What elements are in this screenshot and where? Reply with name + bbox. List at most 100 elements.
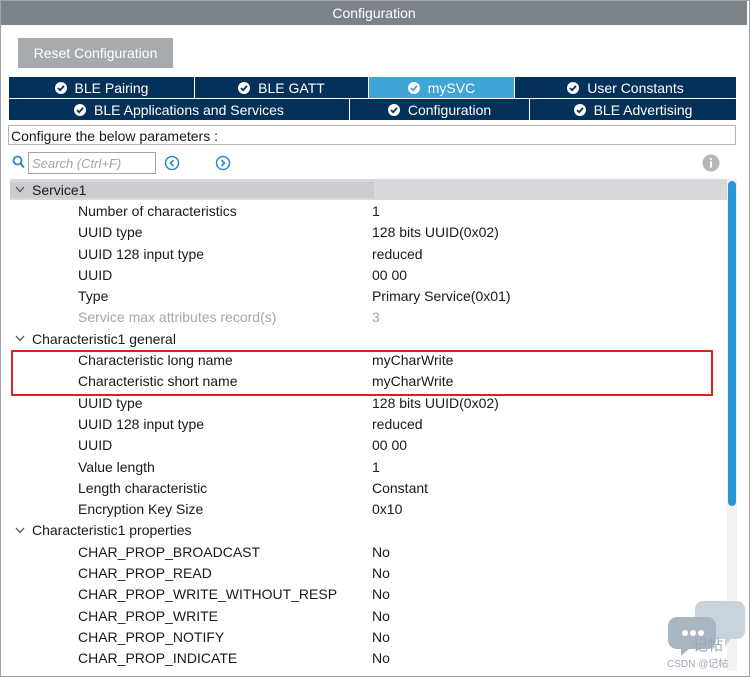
check-circle-icon	[573, 103, 586, 116]
check-circle-icon	[54, 81, 67, 94]
param-row[interactable]: UUID 128 input type reduced	[10, 243, 727, 264]
param-value[interactable]: 1	[370, 203, 727, 219]
param-name: CHAR_PROP_INDICATE	[78, 650, 238, 667]
param-value: 3	[372, 309, 380, 326]
tab-configuration[interactable]: Configuration	[350, 99, 530, 120]
check-circle-icon	[567, 81, 580, 94]
tab-bar-row-1: BLE Pairing BLE GATT mySVC User Constants	[9, 77, 737, 98]
param-name: Value length	[78, 458, 155, 475]
param-name: Service max attributes record(s)	[78, 309, 277, 326]
param-row[interactable]: UUID type 128 bits UUID(0x02)	[10, 392, 727, 413]
tab-label: BLE GATT	[258, 79, 325, 96]
param-row[interactable]: Encryption Key Size 0x10	[10, 498, 727, 519]
param-name: CHAR_PROP_NOTIFY	[78, 628, 225, 645]
param-name: UUID 128 input type	[78, 245, 205, 262]
tree-group-service1[interactable]: Service1	[10, 179, 727, 201]
param-row[interactable]: UUID 00 00	[10, 435, 727, 456]
tab-ble-advertising[interactable]: BLE Advertising	[530, 99, 737, 120]
info-icon[interactable]	[702, 154, 720, 175]
param-value[interactable]: 128 bits UUID(0x02)	[370, 395, 727, 411]
param-name: Encryption Key Size	[78, 501, 204, 518]
watermark-text: 记帖	[693, 637, 724, 654]
param-value[interactable]: 1	[370, 459, 727, 475]
check-circle-icon	[407, 81, 420, 94]
param-row[interactable]: UUID 128 input type reduced	[10, 413, 727, 434]
tab-label: BLE Advertising	[593, 101, 693, 118]
tab-label: mySVC	[427, 79, 476, 96]
param-value[interactable]: 00 00	[370, 267, 727, 283]
tree-group-label: Service1	[32, 181, 87, 198]
param-name: Characteristic long name	[78, 352, 233, 369]
param-value[interactable]: 128 bits UUID(0x02)	[370, 224, 727, 240]
param-value[interactable]: myCharWrite	[370, 373, 727, 389]
check-circle-icon	[238, 81, 251, 94]
param-value[interactable]: 00 00	[370, 437, 727, 453]
chevron-left-circle-icon[interactable]	[164, 155, 180, 171]
param-name: CHAR_PROP_READ	[78, 564, 212, 581]
param-row[interactable]: Characteristic long name myCharWrite	[10, 349, 727, 370]
param-row[interactable]: UUID type 128 bits UUID(0x02)	[10, 222, 727, 243]
param-row[interactable]: CHAR_PROP_WRITE_WITHOUT_RESP No	[10, 584, 727, 605]
watermark-subtext: CSDN @记帖	[667, 659, 729, 670]
search-input[interactable]	[28, 152, 156, 174]
tree-group-header: Characteristic1 general	[10, 331, 374, 347]
param-row[interactable]: Number of characteristics 1	[10, 200, 727, 221]
param-name: Characteristic short name	[78, 373, 238, 390]
param-value[interactable]: Constant	[370, 480, 727, 496]
check-circle-icon	[387, 103, 400, 116]
chevron-down-icon[interactable]	[14, 184, 26, 196]
reset-configuration-button[interactable]: Reset Configuration	[18, 38, 173, 68]
param-name: Length characteristic	[78, 479, 208, 496]
param-row[interactable]: UUID 00 00	[10, 264, 727, 285]
tab-ble-applications-and-services[interactable]: BLE Applications and Services	[9, 99, 350, 120]
param-row[interactable]: Type Primary Service(0x01)	[10, 285, 727, 306]
param-value[interactable]: 0x10	[370, 501, 727, 517]
param-value[interactable]: No	[370, 565, 727, 581]
param-row[interactable]: Value length 1	[10, 456, 727, 477]
param-row[interactable]: CHAR_PROP_NOTIFY No	[10, 626, 727, 647]
param-name: UUID type	[78, 224, 143, 241]
tab-label: Configuration	[407, 101, 492, 118]
window-title: Configuration	[1, 1, 747, 25]
param-value[interactable]: reduced	[370, 246, 727, 262]
tab-ble-pairing[interactable]: BLE Pairing	[9, 77, 195, 98]
param-row[interactable]: CHAR_PROP_BROADCAST No	[10, 541, 727, 562]
param-name: Type	[78, 288, 109, 305]
param-value[interactable]: myCharWrite	[370, 352, 727, 368]
param-name: Number of characteristics	[78, 202, 237, 219]
tab-ble-gatt[interactable]: BLE GATT	[195, 77, 369, 98]
parameter-tree: Service1 Number of characteristics 1 UUID t…	[10, 179, 727, 671]
param-row[interactable]: CHAR_PROP_READ No	[10, 562, 727, 583]
params-description: Configure the below parameters :	[8, 125, 736, 145]
param-row[interactable]: Service max attributes record(s) 3	[10, 307, 727, 328]
search-icon	[12, 155, 25, 172]
tree-group-header: Characteristic1 properties	[10, 522, 374, 538]
param-name: CHAR_PROP_BROADCAST	[78, 543, 261, 560]
param-row[interactable]: Length characteristic Constant	[10, 477, 727, 498]
chevron-right-circle-icon[interactable]	[215, 155, 231, 171]
tab-mysvc[interactable]: mySVC	[369, 77, 515, 98]
param-row[interactable]: CHAR_PROP_INDICATE No	[10, 648, 727, 669]
tree-group-characteristic1-general[interactable]: Characteristic1 general	[10, 328, 727, 349]
tree-group-label: Characteristic1 general	[32, 330, 176, 347]
param-value[interactable]: No	[370, 544, 727, 560]
param-name: CHAR_PROP_WRITE_WITHOUT_RESP	[78, 586, 338, 603]
param-value[interactable]: reduced	[370, 416, 727, 432]
param-row[interactable]: Characteristic short name myCharWrite	[10, 371, 727, 392]
param-name: UUID	[78, 266, 113, 283]
param-name: CHAR_PROP_WRITE	[78, 607, 219, 624]
param-row[interactable]: CHAR_PROP_WRITE No	[10, 605, 727, 626]
param-value[interactable]: Primary Service(0x01)	[370, 288, 727, 304]
tab-label: BLE Applications and Services	[94, 101, 284, 118]
param-name: UUID type	[78, 394, 143, 411]
tab-label: BLE Pairing	[74, 79, 149, 96]
tab-user-constants[interactable]: User Constants	[515, 77, 737, 98]
tree-group-header: Service1	[10, 181, 374, 198]
chevron-down-icon[interactable]	[14, 524, 26, 536]
tab-label: User Constants	[587, 79, 684, 96]
tree-group-characteristic1-properties[interactable]: Characteristic1 properties	[10, 520, 727, 541]
tree-toolbar	[10, 152, 726, 174]
param-name: UUID 128 input type	[78, 415, 205, 432]
chevron-down-icon[interactable]	[14, 333, 26, 345]
scrollbar-thumb[interactable]	[728, 181, 736, 506]
